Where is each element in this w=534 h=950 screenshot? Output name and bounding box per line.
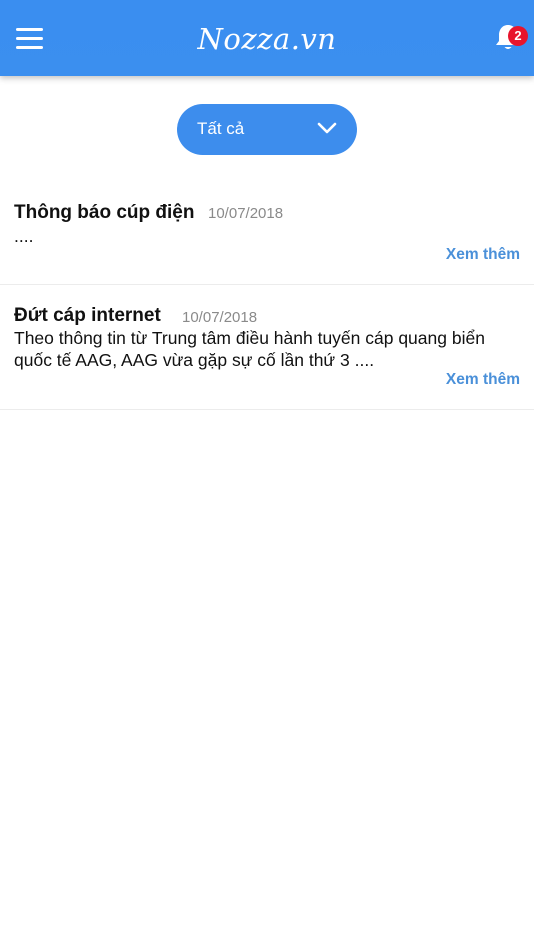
category-filter-dropdown[interactable]: Tất cả (177, 104, 357, 155)
item-date: 10/07/2018 (208, 205, 284, 222)
item-body: Theo thông tin từ Trung tâm điều hành tu… (14, 328, 485, 370)
item-body: .... (14, 226, 34, 246)
item-title: Thông báo cúp điện (14, 202, 195, 223)
item-date: 10/07/2018 (182, 309, 258, 326)
list-item[interactable]: Thông báo cúp điện 10/07/2018 .... Xem t… (0, 180, 534, 285)
brand-logo: Nozza.vn (197, 22, 337, 56)
read-more-link[interactable]: Xem thêm (446, 246, 520, 264)
notification-badge: 2 (508, 26, 528, 46)
item-title: Đứt cáp internet (14, 305, 161, 326)
list-item[interactable]: Đứt cáp internet 10/07/2018 Theo thông t… (0, 285, 534, 410)
chevron-down-icon (317, 121, 337, 135)
app-header: Nozza.vn 2 (0, 0, 534, 76)
read-more-link[interactable]: Xem thêm (446, 371, 520, 389)
filter-selected-label: Tất cả (197, 119, 245, 138)
